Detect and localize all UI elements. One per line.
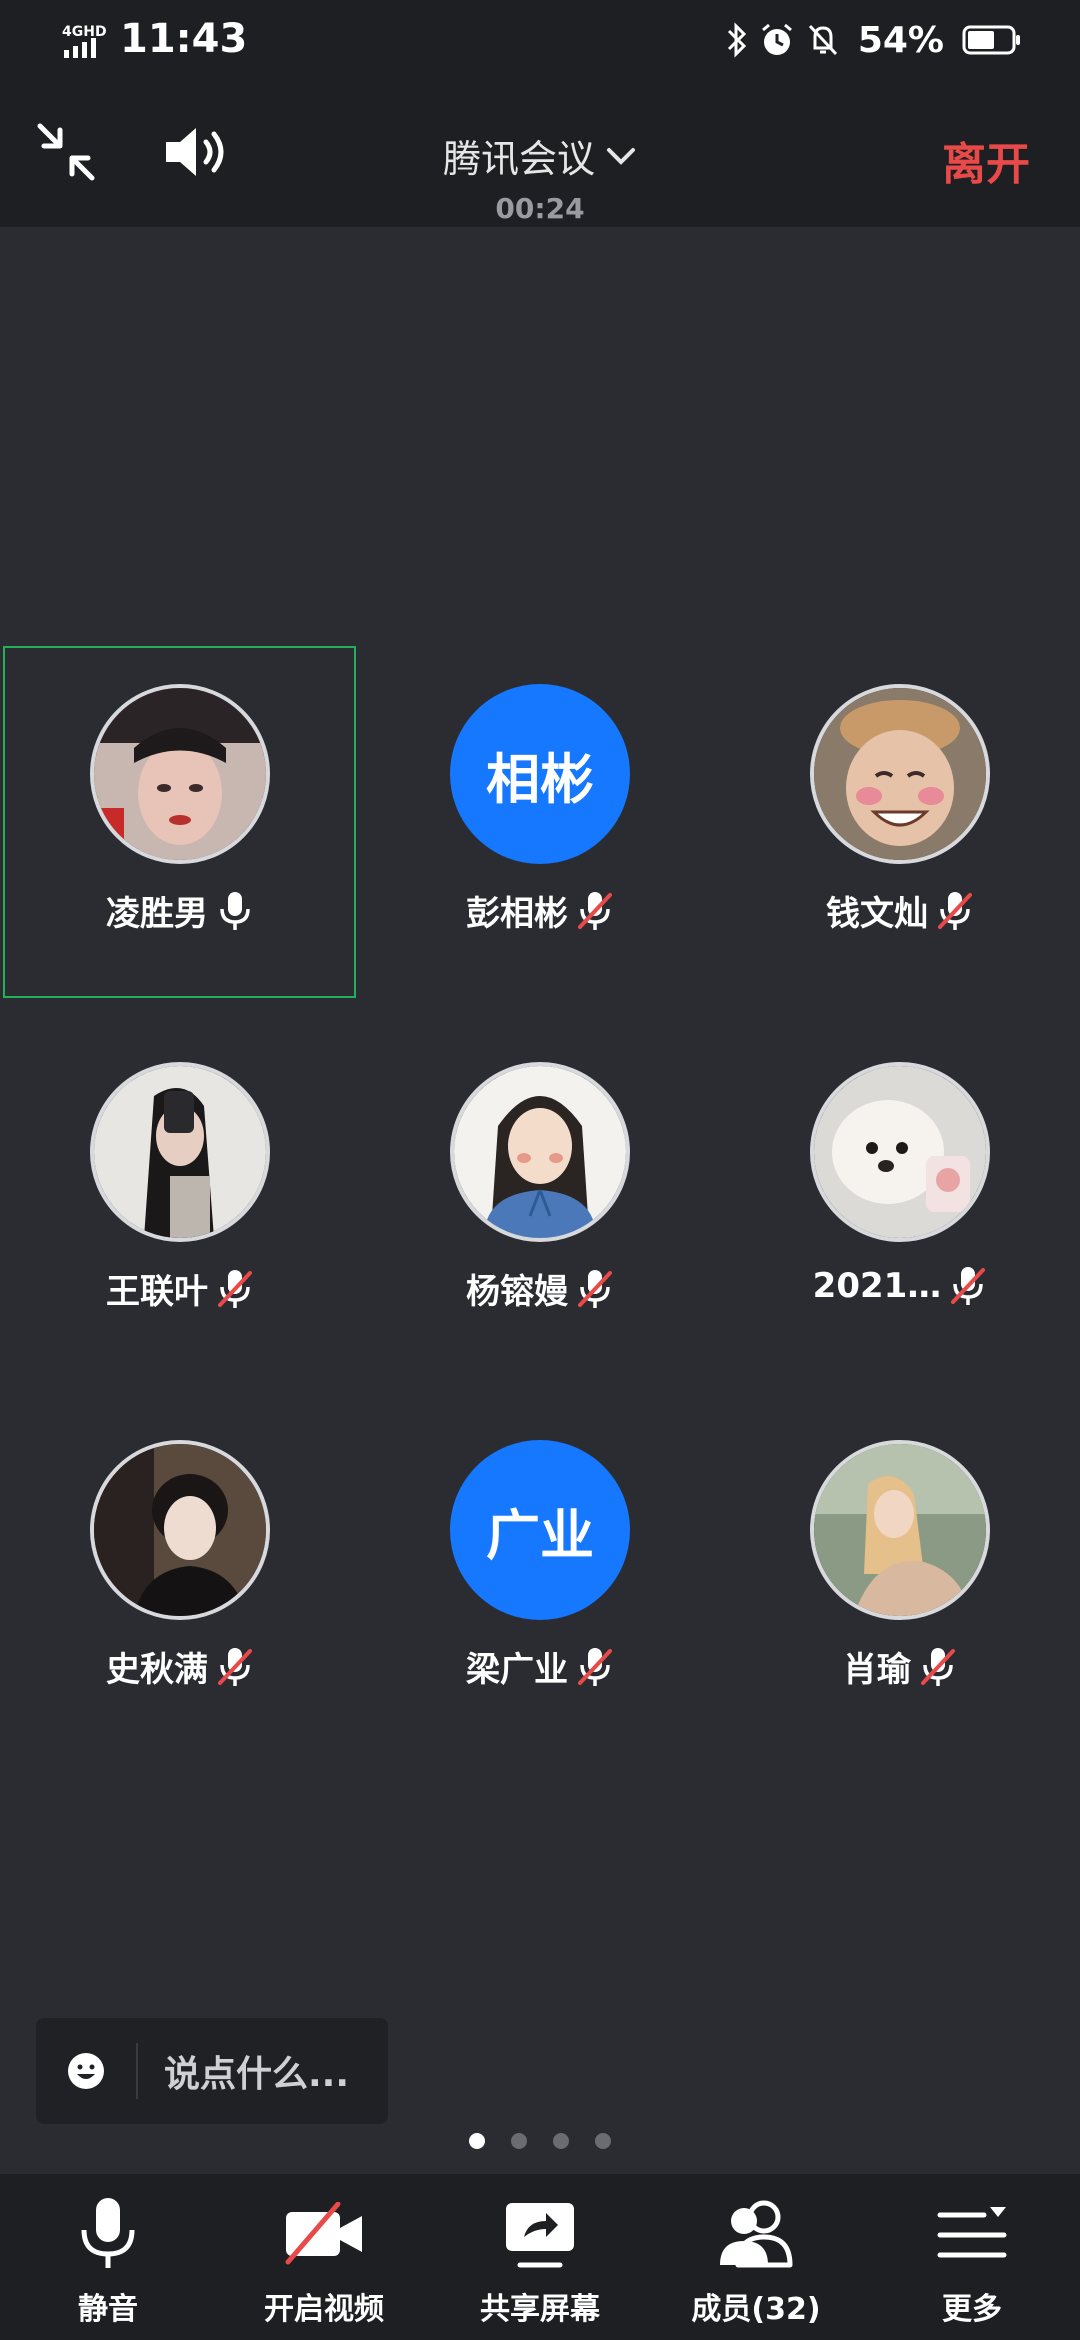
meeting-title-dropdown[interactable]: 腾讯会议: [0, 128, 1080, 183]
avatar: [90, 1440, 270, 1620]
divider: [136, 2043, 138, 2099]
participant-tile[interactable]: 史秋满: [0, 1404, 360, 1704]
bluetooth-icon: [727, 22, 746, 58]
microphone-muted-icon: [951, 1265, 986, 1307]
emoji-button[interactable]: [36, 2018, 136, 2124]
alarm-icon: [761, 23, 792, 55]
meeting-title: 腾讯会议: [442, 137, 595, 181]
chat-input-bar[interactable]: 说点什么...: [36, 2018, 388, 2124]
page-dot-4[interactable]: [595, 2133, 611, 2149]
participant-tile[interactable]: 凌胜男: [0, 648, 360, 948]
avatar: [450, 1062, 630, 1242]
participant-name: 梁广业: [466, 1650, 568, 1690]
mute-label: 静音: [78, 2292, 138, 2327]
participant-tile[interactable]: 广业 梁广业: [360, 1404, 720, 1704]
participant-tile[interactable]: 钱文灿: [720, 648, 1080, 948]
chat-placeholder[interactable]: 说点什么...: [164, 2045, 349, 2097]
avatar: 相彬: [450, 684, 630, 864]
meeting-duration: 00:24: [495, 192, 585, 225]
status-time: 11:43: [120, 16, 248, 62]
microphone-icon: [220, 889, 250, 932]
avatar: [90, 684, 270, 864]
members-label: 成员(32): [691, 2292, 821, 2327]
cellular-signal-icon: 4GHD: [62, 24, 107, 58]
meeting-header: 腾讯会议 00:24 离开: [0, 82, 1080, 227]
microphone-muted-icon: [578, 1267, 612, 1310]
participant-name: 彭相彬: [466, 894, 568, 934]
participant-name: 2021…: [812, 1266, 942, 1306]
mute-notification-icon: [808, 24, 837, 56]
battery-icon: [962, 25, 1020, 55]
page-dot-3[interactable]: [553, 2133, 569, 2149]
avatar: [810, 1440, 990, 1620]
participant-name: 史秋满: [106, 1650, 208, 1690]
participant-tile[interactable]: 肖瑜: [720, 1404, 1080, 1704]
avatar: [810, 1062, 990, 1242]
network-type: 4GHD: [62, 24, 107, 40]
members-icon: [720, 2200, 793, 2268]
microphone-muted-icon: [218, 1645, 252, 1688]
avatar: 广业: [450, 1440, 630, 1620]
page-dot-2[interactable]: [511, 2133, 527, 2149]
members-button[interactable]: 成员(32): [648, 2194, 864, 2334]
microphone-muted-icon: [218, 1267, 252, 1310]
start-video-label: 开启视频: [264, 2292, 384, 2327]
share-screen-icon: [506, 2203, 574, 2268]
microphone-muted-icon: [578, 1645, 612, 1688]
chevron-down-icon: [607, 147, 635, 165]
avatar: [810, 684, 990, 864]
participant-name: 杨镕嫚: [466, 1272, 568, 1312]
participant-name: 王联叶: [106, 1272, 208, 1312]
more-menu-icon: [937, 2207, 1007, 2258]
participant-tile[interactable]: 2021…: [720, 1026, 1080, 1326]
start-video-button[interactable]: 开启视频: [216, 2194, 432, 2334]
video-off-icon: [285, 2202, 362, 2265]
microphone-muted-icon: [938, 889, 972, 932]
page-indicator[interactable]: [0, 2133, 1080, 2149]
avatar-initials: 广业: [486, 1503, 594, 1567]
bottom-toolbar: 静音 开启视频 共享屏幕 成员(32) 更多: [0, 2174, 1080, 2340]
participant-name: 凌胜男: [106, 894, 208, 934]
participant-tile[interactable]: 杨镕嫚: [360, 1026, 720, 1326]
share-screen-label: 共享屏幕: [480, 2292, 600, 2327]
participant-name: 钱文灿: [826, 894, 928, 934]
avatar: [90, 1062, 270, 1242]
share-screen-button[interactable]: 共享屏幕: [432, 2194, 648, 2334]
microphone-muted-icon: [921, 1645, 955, 1688]
avatar-initials: 相彬: [486, 747, 594, 811]
page-dot-1[interactable]: [469, 2133, 485, 2149]
status-bar: 4GHD 11:43 54%: [0, 0, 1080, 82]
leave-button[interactable]: 离开: [942, 128, 1030, 192]
participant-name: 肖瑜: [843, 1650, 911, 1690]
more-button[interactable]: 更多: [864, 2194, 1080, 2334]
mute-button[interactable]: 静音: [0, 2194, 216, 2334]
participant-tile[interactable]: 王联叶: [0, 1026, 360, 1326]
microphone-muted-icon: [578, 889, 612, 932]
more-label: 更多: [942, 2292, 1002, 2327]
emoji-icon: [68, 2053, 104, 2089]
participant-tile[interactable]: 相彬 彭相彬: [360, 648, 720, 948]
battery-percent: 54%: [857, 19, 944, 61]
microphone-icon: [81, 2198, 135, 2268]
status-indicators: 54%: [726, 18, 1022, 62]
